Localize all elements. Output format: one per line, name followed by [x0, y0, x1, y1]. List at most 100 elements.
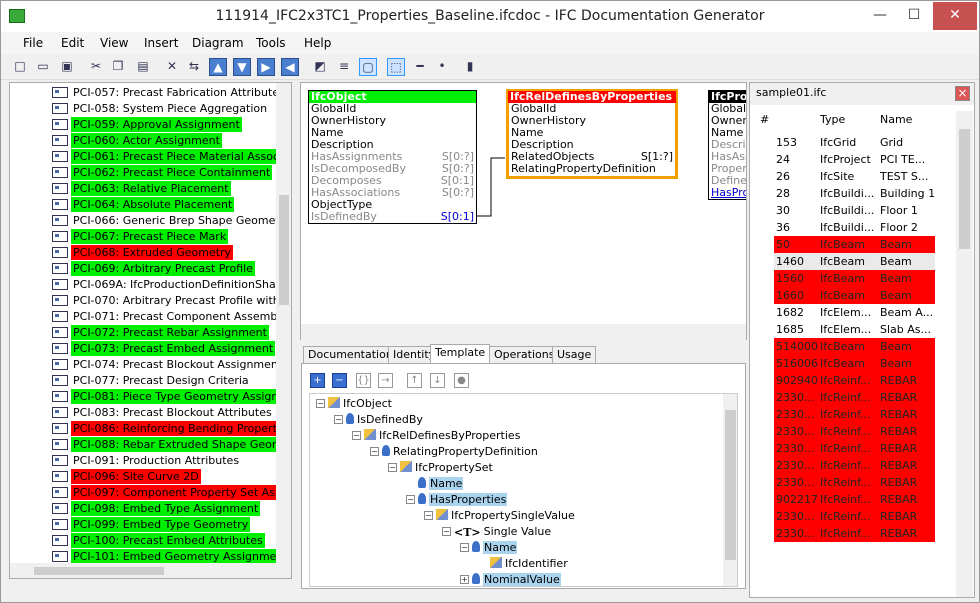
instance-row[interactable]: 36 IfcBuildi... Floor 2 — [774, 219, 935, 236]
tree-node[interactable]: IfcIdentifier — [490, 556, 568, 571]
minimize-button[interactable]: — — [863, 2, 897, 30]
move-down-icon[interactable]: ▼ — [233, 58, 251, 76]
new-icon[interactable]: □ — [11, 58, 29, 76]
concept-item[interactable]: PCI-088: Rebar Extruded Shape Geometry — [10, 436, 291, 452]
menu-view[interactable]: View — [100, 36, 128, 50]
open-icon[interactable]: ▭ — [34, 58, 52, 76]
scroll-thumb[interactable] — [959, 129, 970, 249]
ifcreldefinesbyproperties-entity-box[interactable]: IfcRelDefinesByProperties GlobalId OwnerH… — [506, 89, 678, 179]
insert-icon[interactable]: → — [378, 373, 393, 388]
instance-row[interactable]: 2330... IfcReinf... REBAR — [774, 474, 935, 491]
concept-item[interactable]: PCI-099: Embed Type Geometry — [10, 516, 291, 532]
collapse-icon[interactable]: − — [442, 527, 451, 536]
instance-row[interactable]: 2330... IfcReinf... REBAR — [774, 508, 935, 525]
move-icon[interactable]: ⇆ — [185, 58, 203, 76]
instance-row[interactable]: 30 IfcBuildi... Floor 1 — [774, 202, 935, 219]
tab-usage[interactable]: Usage — [552, 346, 597, 364]
entity-attribute[interactable]: HasPro — [709, 187, 746, 199]
remove-icon[interactable]: − — [332, 373, 347, 388]
concept-item[interactable]: PCI-066: Generic Brep Shape Geometry — [10, 212, 291, 228]
concept-item[interactable]: PCI-098: Embed Type Assignment — [10, 500, 291, 516]
menu-edit[interactable]: Edit — [61, 36, 84, 50]
indent-icon[interactable]: ▶ — [257, 58, 275, 76]
tree-node[interactable]: − IfcPropertySet — [388, 460, 493, 475]
tree-node[interactable]: + NominalValue — [460, 572, 561, 586]
concept-item[interactable]: PCI-086: Reinforcing Bending Property Se… — [10, 420, 291, 436]
instance-row[interactable]: 50 IfcBeam Beam — [774, 236, 935, 253]
braces-icon[interactable]: {} — [356, 373, 371, 388]
tree-node[interactable]: Name — [418, 476, 464, 491]
concept-item[interactable]: PCI-077: Precast Design Criteria — [10, 372, 291, 388]
tree-node[interactable]: − Name — [460, 540, 518, 555]
instance-row[interactable]: 2330... IfcReinf... REBAR — [774, 406, 935, 423]
collapse-icon[interactable]: − — [388, 463, 397, 472]
tab-template[interactable]: Template — [430, 344, 491, 364]
tree-node[interactable]: − IfcRelDefinesByProperties — [352, 428, 520, 443]
entity-attribute[interactable]: RelatingPropertyDefinition — [509, 163, 675, 175]
concept-item[interactable]: PCI-059: Approval Assignment — [10, 116, 291, 132]
instance-vscrollbar[interactable] — [956, 111, 973, 597]
collapse-icon[interactable]: − — [460, 543, 469, 552]
add-icon[interactable]: + — [310, 373, 325, 388]
move-up-icon[interactable]: ▲ — [209, 58, 227, 76]
book-icon[interactable]: ▮ — [461, 58, 479, 76]
collapse-icon[interactable]: − — [370, 447, 379, 456]
concept-item[interactable]: PCI-101: Embed Geometry Assignment — [10, 548, 291, 564]
cut-icon[interactable]: ✂ — [87, 58, 105, 76]
link-icon[interactable]: •— — [433, 58, 451, 89]
concept-list-hscrollbar[interactable] — [10, 563, 291, 578]
concept-item[interactable]: PCI-057: Precast Fabrication Attributes — [10, 84, 291, 100]
concept-item[interactable]: PCI-069: Arbitrary Precast Profile — [10, 260, 291, 276]
col-header-type[interactable]: Type — [820, 111, 845, 131]
concept-item[interactable]: PCI-063: Relative Placement — [10, 180, 291, 196]
concept-item[interactable]: PCI-073: Precast Embed Assignment — [10, 340, 291, 356]
concept-item[interactable]: PCI-058: System Piece Aggregation — [10, 100, 291, 116]
scroll-thumb[interactable] — [279, 195, 289, 305]
concept-item[interactable]: PCI-060: Actor Assignment — [10, 132, 291, 148]
col-header-id[interactable]: # — [760, 111, 769, 131]
ifcproperty-entity-box[interactable]: IfcProp GlobalIOwnerHNameDescriHasAssPro… — [708, 90, 746, 200]
instance-row[interactable]: 516006 IfcBeam Beam — [774, 355, 935, 372]
tree-node[interactable]: − HasProperties — [406, 492, 508, 507]
instance-row[interactable]: 902940 IfcReinf... REBAR — [774, 372, 935, 389]
tree-node[interactable]: − <T> Single Value — [442, 524, 551, 539]
close-panel-button[interactable]: × — [955, 86, 970, 101]
tab-documentation[interactable]: Documentation — [303, 346, 398, 364]
concept-item[interactable]: PCI-061: Precast Piece Material Associat… — [10, 148, 291, 164]
instance-row[interactable]: 902217 IfcReinf... REBAR — [774, 491, 935, 508]
tree-node[interactable]: − IfcObject — [316, 396, 392, 411]
concept-item[interactable]: PCI-072: Precast Rebar Assignment — [10, 324, 291, 340]
concept-item[interactable]: PCI-071: Precast Component Assembly — [10, 308, 291, 324]
instance-row[interactable]: 2330... IfcReinf... REBAR — [774, 423, 935, 440]
concept-item[interactable]: PCI-096: Site Curve 2D — [10, 468, 291, 484]
concept-list-vscrollbar[interactable] — [276, 83, 291, 563]
instance-row[interactable]: 1560 IfcBeam Beam — [774, 270, 935, 287]
menu-file[interactable]: File — [23, 36, 43, 50]
col-header-name[interactable]: Name — [880, 111, 912, 131]
collapse-icon[interactable]: − — [352, 431, 361, 440]
instance-row[interactable]: 2330... IfcReinf... REBAR — [774, 457, 935, 474]
instance-row[interactable]: 1682 IfcElem... Beam A... — [774, 304, 935, 321]
move-down-icon[interactable]: ↓ — [430, 373, 445, 388]
scroll-thumb-h[interactable] — [34, 567, 164, 575]
instance-row[interactable]: 1460 IfcBeam Beam — [774, 253, 935, 270]
instance-row[interactable]: 24 IfcProject PCI TE... — [774, 151, 935, 168]
record-icon[interactable]: ● — [454, 373, 469, 388]
concept-item[interactable]: PCI-074: Precast Blockout Assignment — [10, 356, 291, 372]
instance-row[interactable]: 2330... IfcReinf... REBAR — [774, 389, 935, 406]
concept-item[interactable]: PCI-083: Precast Blockout Attributes — [10, 404, 291, 420]
scroll-thumb[interactable] — [725, 410, 736, 560]
concept-item[interactable]: PCI-070: Arbitrary Precast Profile with … — [10, 292, 291, 308]
copy-icon[interactable]: ❐ — [109, 58, 127, 76]
diagram-hscrollbar[interactable] — [301, 324, 746, 340]
template-tree-vscrollbar[interactable] — [723, 394, 737, 586]
close-button[interactable]: ✕ — [933, 2, 977, 30]
collapse-icon[interactable]: − — [424, 511, 433, 520]
concept-item[interactable]: PCI-091: Production Attributes — [10, 452, 291, 468]
concept-item[interactable]: PCI-097: Component Property Set Assignme… — [10, 484, 291, 500]
concept-item[interactable]: PCI-067: Precast Piece Mark — [10, 228, 291, 244]
menu-tools[interactable]: Tools — [256, 36, 286, 50]
instance-row[interactable]: 2330... IfcReinf... REBAR — [774, 440, 935, 457]
tree-node[interactable]: − IfcPropertySingleValue — [424, 508, 575, 523]
line-icon[interactable]: ━ — [411, 58, 429, 76]
